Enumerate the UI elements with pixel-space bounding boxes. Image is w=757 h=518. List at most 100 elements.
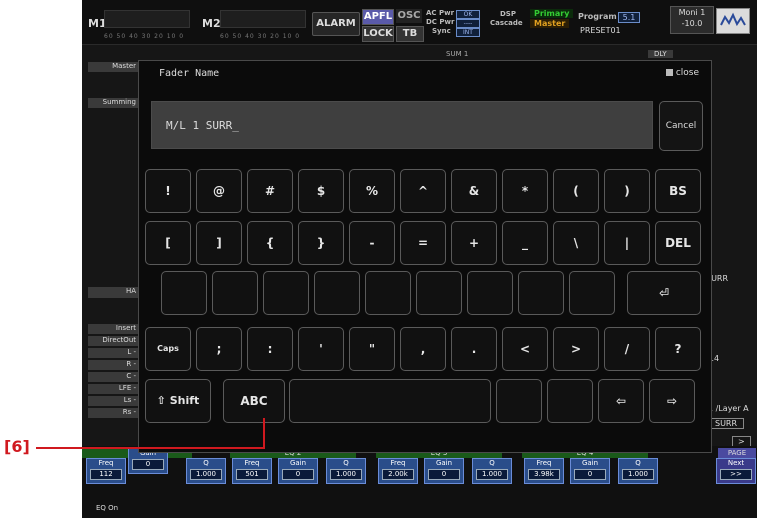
eq3-q-value: 1.000 xyxy=(476,469,508,480)
directout-strip: DirectOut xyxy=(88,336,138,346)
key-blank-11[interactable] xyxy=(547,379,593,423)
key-hash[interactable]: # xyxy=(247,169,293,213)
key-delete[interactable]: DEL xyxy=(655,221,701,265)
channel-c: C - xyxy=(88,372,138,382)
page-label: PAGE xyxy=(718,448,756,458)
space-key[interactable] xyxy=(289,379,491,423)
key-plus[interactable]: + xyxy=(451,221,497,265)
page-next-label: Next xyxy=(727,459,745,467)
key-blank-7[interactable] xyxy=(467,271,513,315)
key-minus[interactable]: - xyxy=(349,221,395,265)
eq2-gain[interactable]: Gain 0 xyxy=(278,458,318,484)
key-blank-6[interactable] xyxy=(416,271,462,315)
key-pipe[interactable]: | xyxy=(604,221,650,265)
cancel-button[interactable]: Cancel xyxy=(659,101,703,151)
key-underscore[interactable]: _ xyxy=(502,221,548,265)
eq1-q-value: 1.000 xyxy=(190,469,222,480)
key-percent[interactable]: % xyxy=(349,169,395,213)
key-equals[interactable]: = xyxy=(400,221,446,265)
key-backslash[interactable]: \ xyxy=(553,221,599,265)
key-blank-10[interactable] xyxy=(496,379,542,423)
program-value: 5.1 xyxy=(618,12,640,23)
key-blank-2[interactable] xyxy=(212,271,258,315)
cursor-left-key[interactable]: ⇦ xyxy=(598,379,644,423)
key-blank-4[interactable] xyxy=(314,271,360,315)
alarm-button[interactable]: ALARM xyxy=(312,12,360,36)
key-paren-close[interactable]: ) xyxy=(604,169,650,213)
close-icon xyxy=(665,69,673,76)
key-caps[interactable]: Caps xyxy=(145,327,191,371)
key-dollar[interactable]: $ xyxy=(298,169,344,213)
shift-key[interactable]: ⇧ Shift xyxy=(145,379,211,423)
eq4-q[interactable]: Q 1.000 xyxy=(618,458,658,484)
key-period[interactable]: . xyxy=(451,327,497,371)
key-blank-8[interactable] xyxy=(518,271,564,315)
close-label: close xyxy=(675,68,699,78)
right-layer-label: 1 /Layer A xyxy=(708,404,749,413)
eq1-q[interactable]: Q 1.000 xyxy=(186,458,226,484)
key-paren-open[interactable]: ( xyxy=(553,169,599,213)
dc-power-label: DC Pwr xyxy=(426,18,455,26)
right-surr2-label: SURR xyxy=(708,418,745,429)
monitor-level[interactable]: Moni 1 -10.0 xyxy=(670,6,714,34)
key-brace-open[interactable]: { xyxy=(247,221,293,265)
key-slash[interactable]: / xyxy=(604,327,650,371)
primary-badge: Primary xyxy=(530,9,574,18)
key-backspace[interactable]: BS xyxy=(655,169,701,213)
key-bracket-close[interactable]: ] xyxy=(196,221,242,265)
abc-key[interactable]: ABC xyxy=(223,379,285,423)
page-next-button[interactable]: Next >> xyxy=(716,458,756,484)
key-blank-9[interactable] xyxy=(569,271,615,315)
eq-on-label[interactable]: EQ On xyxy=(96,504,118,512)
key-at[interactable]: @ xyxy=(196,169,242,213)
key-asterisk[interactable]: * xyxy=(502,169,548,213)
master-badge: Master xyxy=(530,19,570,28)
key-less-than[interactable]: < xyxy=(502,327,548,371)
key-question[interactable]: ? xyxy=(655,327,701,371)
talkback-button[interactable]: TB xyxy=(396,26,424,42)
eq1-freq[interactable]: Freq 112 xyxy=(86,458,126,484)
key-blank-1[interactable] xyxy=(161,271,207,315)
key-blank-5[interactable] xyxy=(365,271,411,315)
cursor-right-key[interactable]: ⇨ xyxy=(649,379,695,423)
eq1-freq-name: Freq xyxy=(98,459,114,467)
dialog-close-button[interactable]: close xyxy=(665,68,699,78)
key-blank-3[interactable] xyxy=(263,271,309,315)
cascade-label: Cascade xyxy=(490,19,523,27)
eq1-gain-value: 0 xyxy=(132,459,164,470)
lock-button[interactable]: LOCK xyxy=(362,26,394,42)
eq2-q[interactable]: Q 1.000 xyxy=(326,458,366,484)
ac-power-label: AC Pwr xyxy=(426,9,455,17)
enter-key[interactable]: ⏎ xyxy=(627,271,701,315)
key-ampersand[interactable]: & xyxy=(451,169,497,213)
summing-strip: Summing xyxy=(88,98,138,108)
eq4-gain[interactable]: Gain 0 xyxy=(570,458,610,484)
apfl-button[interactable]: APFL xyxy=(362,9,394,25)
eq3-q[interactable]: Q 1.000 xyxy=(472,458,512,484)
eq3-gain-name: Gain xyxy=(435,459,453,467)
key-greater-than[interactable]: > xyxy=(553,327,599,371)
shift-label: Shift xyxy=(169,394,200,407)
key-caret[interactable]: ^ xyxy=(400,169,446,213)
eq3-gain[interactable]: Gain 0 xyxy=(424,458,464,484)
speaker-icon[interactable] xyxy=(716,8,750,34)
meter-1 xyxy=(104,10,190,28)
key-colon[interactable]: : xyxy=(247,327,293,371)
osc-button[interactable]: OSC xyxy=(396,9,422,23)
eq4-freq[interactable]: Freq 3.98k xyxy=(524,458,564,484)
key-apostrophe[interactable]: ' xyxy=(298,327,344,371)
fader-name-input[interactable]: M/L 1 SURR_ xyxy=(151,101,653,149)
key-comma[interactable]: , xyxy=(400,327,446,371)
channel-l: L - xyxy=(88,348,138,358)
key-brace-close[interactable]: } xyxy=(298,221,344,265)
key-quote[interactable]: " xyxy=(349,327,395,371)
eq2-freq[interactable]: Freq 501 xyxy=(232,458,272,484)
key-semicolon[interactable]: ; xyxy=(196,327,242,371)
eq3-freq[interactable]: Freq 2.00k xyxy=(378,458,418,484)
right-arrow-icon: ⇨ xyxy=(666,394,678,408)
ac-ok-chip: OK xyxy=(456,10,480,19)
key-exclamation[interactable]: ! xyxy=(145,169,191,213)
eq1-freq-value: 112 xyxy=(90,469,122,480)
key-bracket-open[interactable]: [ xyxy=(145,221,191,265)
eq3-freq-value: 2.00k xyxy=(382,469,414,480)
